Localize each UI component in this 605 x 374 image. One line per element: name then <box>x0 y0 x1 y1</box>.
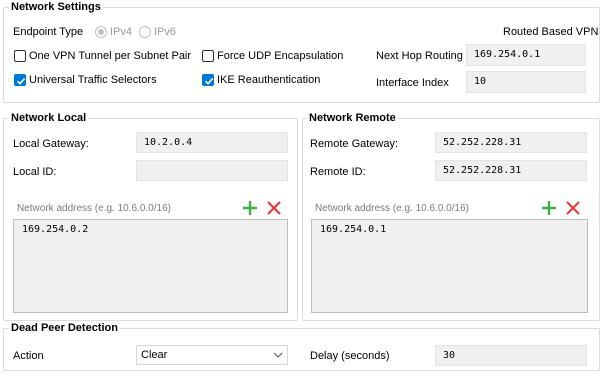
checkmark-icon <box>16 78 26 85</box>
local-add-address-button[interactable] <box>242 200 258 216</box>
list-item[interactable]: 169.254.0.1 <box>320 224 386 235</box>
next-hop-routing-label: Next Hop Routing <box>376 50 463 62</box>
universal-ts-checkbox[interactable] <box>14 74 26 86</box>
universal-ts-label: Universal Traffic Selectors <box>29 74 157 86</box>
interface-index-field[interactable]: 10 <box>466 71 586 93</box>
delay-seconds-field[interactable]: 30 <box>435 345 587 366</box>
endpoint-type-label: Endpoint Type <box>13 26 84 38</box>
remove-icon <box>566 201 580 215</box>
remote-id-field[interactable]: 52.252.228.31 <box>435 160 587 181</box>
ipv4-label: IPv4 <box>110 26 133 38</box>
local-gateway-field[interactable]: 10.2.0.4 <box>136 132 288 153</box>
add-icon <box>542 201 556 215</box>
checkmark-icon <box>204 78 214 85</box>
local-id-label: Local ID: <box>13 166 57 178</box>
dead-peer-detection-title: Dead Peer Detection <box>9 322 120 335</box>
remote-address-input[interactable]: Network address (e.g. 10.6.0.0/16) <box>315 203 469 214</box>
add-icon <box>243 201 257 215</box>
ipv6-label: IPv6 <box>154 26 177 38</box>
routed-based-vpn-label: Routed Based VPN <box>503 26 599 38</box>
remote-remove-address-button[interactable] <box>565 200 581 216</box>
remote-add-address-button[interactable] <box>541 200 557 216</box>
local-id-field[interactable] <box>136 160 288 181</box>
remove-icon <box>267 201 281 215</box>
one-vpn-tunnel-label: One VPN Tunnel per Subnet Pair <box>29 50 192 62</box>
local-address-input[interactable]: Network address (e.g. 10.6.0.0/16) <box>17 203 171 214</box>
ike-reauth-label: IKE Reauthentication <box>217 74 321 86</box>
delay-seconds-label: Delay (seconds) <box>310 350 390 362</box>
force-udp-label: Force UDP Encapsulation <box>217 50 344 62</box>
ipv6-radio[interactable] <box>139 26 151 38</box>
remote-gateway-label: Remote Gateway: <box>310 138 399 150</box>
remote-id-label: Remote ID: <box>310 166 366 178</box>
ike-reauth-checkbox[interactable] <box>202 74 214 86</box>
remote-gateway-field[interactable]: 52.252.228.31 <box>435 132 587 153</box>
action-label: Action <box>13 350 44 362</box>
action-select[interactable]: Clear <box>136 345 288 365</box>
ipv4-radio[interactable] <box>95 26 107 38</box>
next-hop-routing-field[interactable]: 169.254.0.1 <box>466 44 586 66</box>
network-local-title: Network Local <box>9 112 89 125</box>
list-item[interactable]: 169.254.0.2 <box>22 224 88 235</box>
chevron-down-icon <box>273 346 283 370</box>
one-vpn-tunnel-checkbox[interactable] <box>14 50 26 62</box>
force-udp-checkbox[interactable] <box>202 50 214 62</box>
action-select-value: Clear <box>141 349 168 361</box>
network-remote-title: Network Remote <box>307 112 398 125</box>
local-address-list[interactable]: 169.254.0.2 <box>13 219 288 313</box>
local-gateway-label: Local Gateway: <box>13 138 89 150</box>
network-settings-title: Network Settings <box>9 1 103 14</box>
interface-index-label: Interface Index <box>376 77 449 89</box>
local-remove-address-button[interactable] <box>266 200 282 216</box>
remote-address-list[interactable]: 169.254.0.1 <box>311 219 588 313</box>
